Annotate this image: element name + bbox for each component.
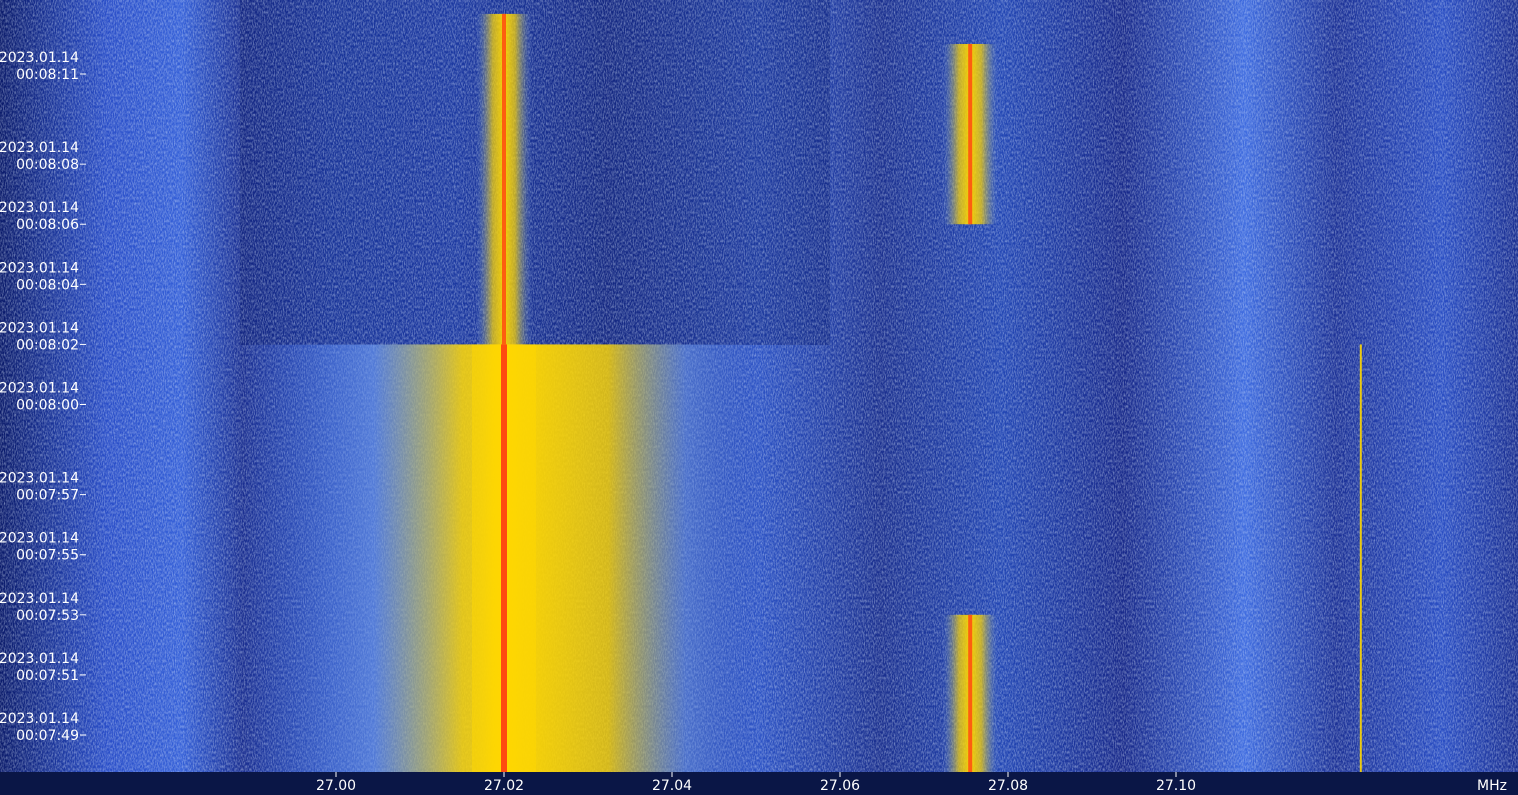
signal-carrier — [968, 614, 973, 772]
x-unit-label: MHz — [1477, 778, 1507, 794]
x-tick-label: 27.04 — [652, 778, 692, 794]
y-tick-time: 00:08:06 — [16, 217, 79, 233]
y-tick-date: 2023.01.14 — [0, 651, 79, 667]
y-tick-date: 2023.01.14 — [0, 381, 79, 397]
x-axis: 27.00 27.02 27.04 27.06 27.08 27.10 — [0, 772, 1518, 795]
x-axis-band — [0, 772, 1518, 795]
waterfall-spectrogram: 27.00 27.02 27.04 27.06 27.08 27.10 2023.01.1… — [0, 0, 1518, 795]
signal-carrier — [501, 344, 507, 772]
y-tick-time: 00:08:00 — [16, 398, 79, 414]
y-tick-date: 2023.01.14 — [0, 200, 79, 216]
y-tick-date: 2023.01.14 — [0, 471, 79, 487]
y-tick-time: 00:07:49 — [16, 728, 79, 744]
y-tick-time: 00:08:11 — [16, 67, 79, 83]
y-tick-date: 2023.01.14 — [0, 260, 79, 276]
y-tick-date: 2023.01.14 — [0, 320, 79, 336]
signal-trace — [1359, 344, 1362, 772]
x-tick-label: 27.10 — [1156, 778, 1196, 794]
signal-trace — [942, 614, 999, 772]
x-tick-label: 27.06 — [820, 778, 860, 794]
y-tick-time: 00:07:57 — [16, 488, 79, 504]
y-tick-date: 2023.01.14 — [0, 50, 79, 66]
x-tick-label: 27.08 — [988, 778, 1028, 794]
y-tick-time: 00:07:53 — [16, 608, 79, 624]
y-tick-time: 00:07:51 — [16, 668, 79, 684]
signal-trace — [942, 43, 999, 225]
signal-carrier — [1359, 344, 1362, 772]
y-tick-time: 00:08:02 — [16, 337, 79, 353]
y-tick-date: 2023.01.14 — [0, 711, 79, 727]
y-tick-date: 2023.01.14 — [0, 591, 79, 607]
x-tick-label: 27.02 — [484, 778, 524, 794]
y-tick-time: 00:08:04 — [16, 277, 79, 293]
y-tick-time: 00:08:08 — [16, 157, 79, 173]
signal-carrier — [968, 43, 973, 225]
y-tick-time: 00:07:55 — [16, 548, 79, 564]
signal-trace — [243, 344, 765, 772]
y-tick-date: 2023.01.14 — [0, 140, 79, 156]
y-tick-date: 2023.01.14 — [0, 531, 79, 547]
x-tick-label: 27.00 — [316, 778, 356, 794]
